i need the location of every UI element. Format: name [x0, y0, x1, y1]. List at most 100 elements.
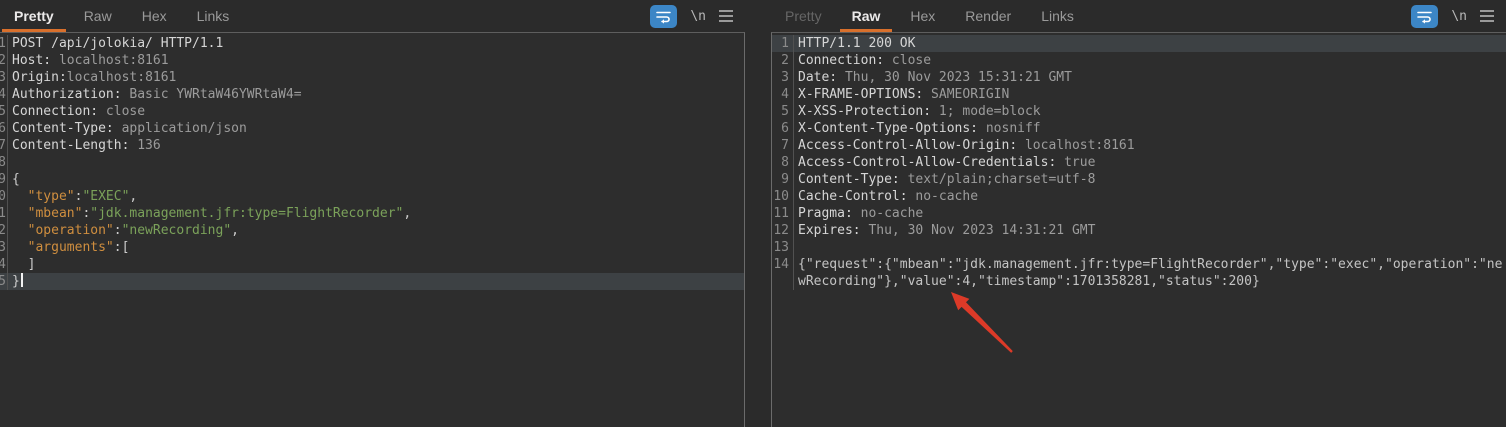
line-text: }	[8, 273, 744, 290]
line-text: Connection: close	[794, 52, 1506, 69]
response-tabs: PrettyRawHexRenderLinks	[771, 0, 1092, 32]
code-line: 7Content-Length: 136	[0, 137, 744, 154]
code-line: 6Content-Type: application/json	[0, 120, 744, 137]
show-newlines-toggle[interactable]: \n	[690, 9, 706, 24]
line-text: Expires: Thu, 30 Nov 2023 14:31:21 GMT	[794, 222, 1506, 239]
code-line: 2Connection: close	[772, 52, 1506, 69]
line-text: ]	[8, 256, 744, 273]
line-number: 10	[0, 188, 8, 205]
line-number: 5	[772, 103, 794, 120]
request-tabs: PrettyRawHexLinks	[0, 0, 247, 32]
code-line: 9{	[0, 171, 744, 188]
word-wrap-toggle-button[interactable]	[650, 5, 677, 28]
tab-render[interactable]: Render	[953, 0, 1023, 32]
line-text: "arguments":[	[8, 239, 744, 256]
request-panel: PrettyRawHexLinks \n 1POST /api/jolokia/…	[0, 0, 745, 427]
line-number: 3	[0, 69, 8, 86]
code-line: 14 ]	[0, 256, 744, 273]
code-line: 10Cache-Control: no-cache	[772, 188, 1506, 205]
line-text: "operation":"newRecording",	[8, 222, 744, 239]
tab-pretty[interactable]: Pretty	[2, 0, 66, 32]
response-editor[interactable]: 1HTTP/1.1 200 OK2Connection: close3Date:…	[771, 32, 1506, 427]
line-number: 15	[0, 273, 8, 290]
line-number: 14	[0, 256, 8, 273]
line-number: 7	[0, 137, 8, 154]
request-tabbar: PrettyRawHexLinks \n	[0, 0, 745, 32]
line-number: 5	[0, 103, 8, 120]
line-number: 11	[0, 205, 8, 222]
tab-links[interactable]: Links	[1029, 0, 1086, 32]
line-number: 8	[0, 154, 8, 171]
request-editor[interactable]: 1POST /api/jolokia/ HTTP/1.12Host: local…	[0, 32, 745, 427]
line-number: 14	[772, 256, 794, 290]
code-line: 1HTTP/1.1 200 OK	[772, 35, 1506, 52]
line-text: Pragma: no-cache	[794, 205, 1506, 222]
line-text: HTTP/1.1 200 OK	[794, 35, 1506, 52]
code-line: 7Access-Control-Allow-Origin: localhost:…	[772, 137, 1506, 154]
response-panel: PrettyRawHexRenderLinks \n 1HTTP/1.1 200…	[771, 0, 1506, 427]
line-number: 9	[0, 171, 8, 188]
code-line: 10 "type":"EXEC",	[0, 188, 744, 205]
tab-hex[interactable]: Hex	[130, 0, 179, 32]
code-line: 1POST /api/jolokia/ HTTP/1.1	[0, 35, 744, 52]
code-line: 5Connection: close	[0, 103, 744, 120]
line-text: Date: Thu, 30 Nov 2023 15:31:21 GMT	[794, 69, 1506, 86]
tab-links[interactable]: Links	[185, 0, 242, 32]
tab-raw[interactable]: Raw	[840, 0, 893, 32]
response-code: 1HTTP/1.1 200 OK2Connection: close3Date:…	[772, 33, 1506, 290]
line-number: 2	[0, 52, 8, 69]
line-text: "mbean":"jdk.management.jfr:type=FlightR…	[8, 205, 744, 222]
line-text: Host: localhost:8161	[8, 52, 744, 69]
tab-raw[interactable]: Raw	[72, 0, 124, 32]
code-line: 12Expires: Thu, 30 Nov 2023 14:31:21 GMT	[772, 222, 1506, 239]
line-text	[8, 154, 744, 171]
line-text: Content-Type: application/json	[8, 120, 744, 137]
line-text: {"request":{"mbean":"jdk.management.jfr:…	[794, 256, 1506, 290]
line-text: Access-Control-Allow-Origin: localhost:8…	[794, 137, 1506, 154]
line-text: Cache-Control: no-cache	[794, 188, 1506, 205]
editor-menu-button[interactable]	[1480, 10, 1494, 22]
line-text: "type":"EXEC",	[8, 188, 744, 205]
word-wrap-icon	[655, 9, 672, 24]
line-number: 2	[772, 52, 794, 69]
http-message-viewer: PrettyRawHexLinks \n 1POST /api/jolokia/…	[0, 0, 1506, 427]
line-number: 11	[772, 205, 794, 222]
line-number: 6	[772, 120, 794, 137]
line-text: Authorization: Basic YWRtaW46YWRtaW4=	[8, 86, 744, 103]
line-number: 12	[772, 222, 794, 239]
code-line: 8Access-Control-Allow-Credentials: true	[772, 154, 1506, 171]
line-text: Content-Type: text/plain;charset=utf-8	[794, 171, 1506, 188]
code-line: 11 "mbean":"jdk.management.jfr:type=Flig…	[0, 205, 744, 222]
line-text: Connection: close	[8, 103, 744, 120]
code-line: 14{"request":{"mbean":"jdk.management.jf…	[772, 256, 1506, 290]
response-tabbar: PrettyRawHexRenderLinks \n	[771, 0, 1506, 32]
code-line: 11Pragma: no-cache	[772, 205, 1506, 222]
line-number: 4	[0, 86, 8, 103]
text-cursor	[21, 273, 23, 287]
line-number: 9	[772, 171, 794, 188]
request-code: 1POST /api/jolokia/ HTTP/1.12Host: local…	[0, 33, 744, 290]
line-text: Content-Length: 136	[8, 137, 744, 154]
line-number: 6	[0, 120, 8, 137]
word-wrap-icon	[1416, 9, 1433, 24]
line-text: Origin:localhost:8161	[8, 69, 744, 86]
code-line: 15}	[0, 273, 744, 290]
line-text: POST /api/jolokia/ HTTP/1.1	[8, 35, 744, 52]
tab-hex[interactable]: Hex	[898, 0, 947, 32]
word-wrap-toggle-button[interactable]	[1411, 5, 1438, 28]
code-line: 13 "arguments":[	[0, 239, 744, 256]
code-line: 9Content-Type: text/plain;charset=utf-8	[772, 171, 1506, 188]
line-number: 7	[772, 137, 794, 154]
show-newlines-toggle[interactable]: \n	[1451, 9, 1467, 24]
editor-menu-button[interactable]	[719, 10, 733, 22]
line-number: 12	[0, 222, 8, 239]
code-line: 2Host: localhost:8161	[0, 52, 744, 69]
tab-pretty[interactable]: Pretty	[773, 0, 834, 32]
code-line: 5X-XSS-Protection: 1; mode=block	[772, 103, 1506, 120]
line-text: X-XSS-Protection: 1; mode=block	[794, 103, 1506, 120]
line-text: Access-Control-Allow-Credentials: true	[794, 154, 1506, 171]
code-line: 3Date: Thu, 30 Nov 2023 15:31:21 GMT	[772, 69, 1506, 86]
line-number: 13	[772, 239, 794, 256]
code-line: 3Origin:localhost:8161	[0, 69, 744, 86]
line-text: {	[8, 171, 744, 188]
